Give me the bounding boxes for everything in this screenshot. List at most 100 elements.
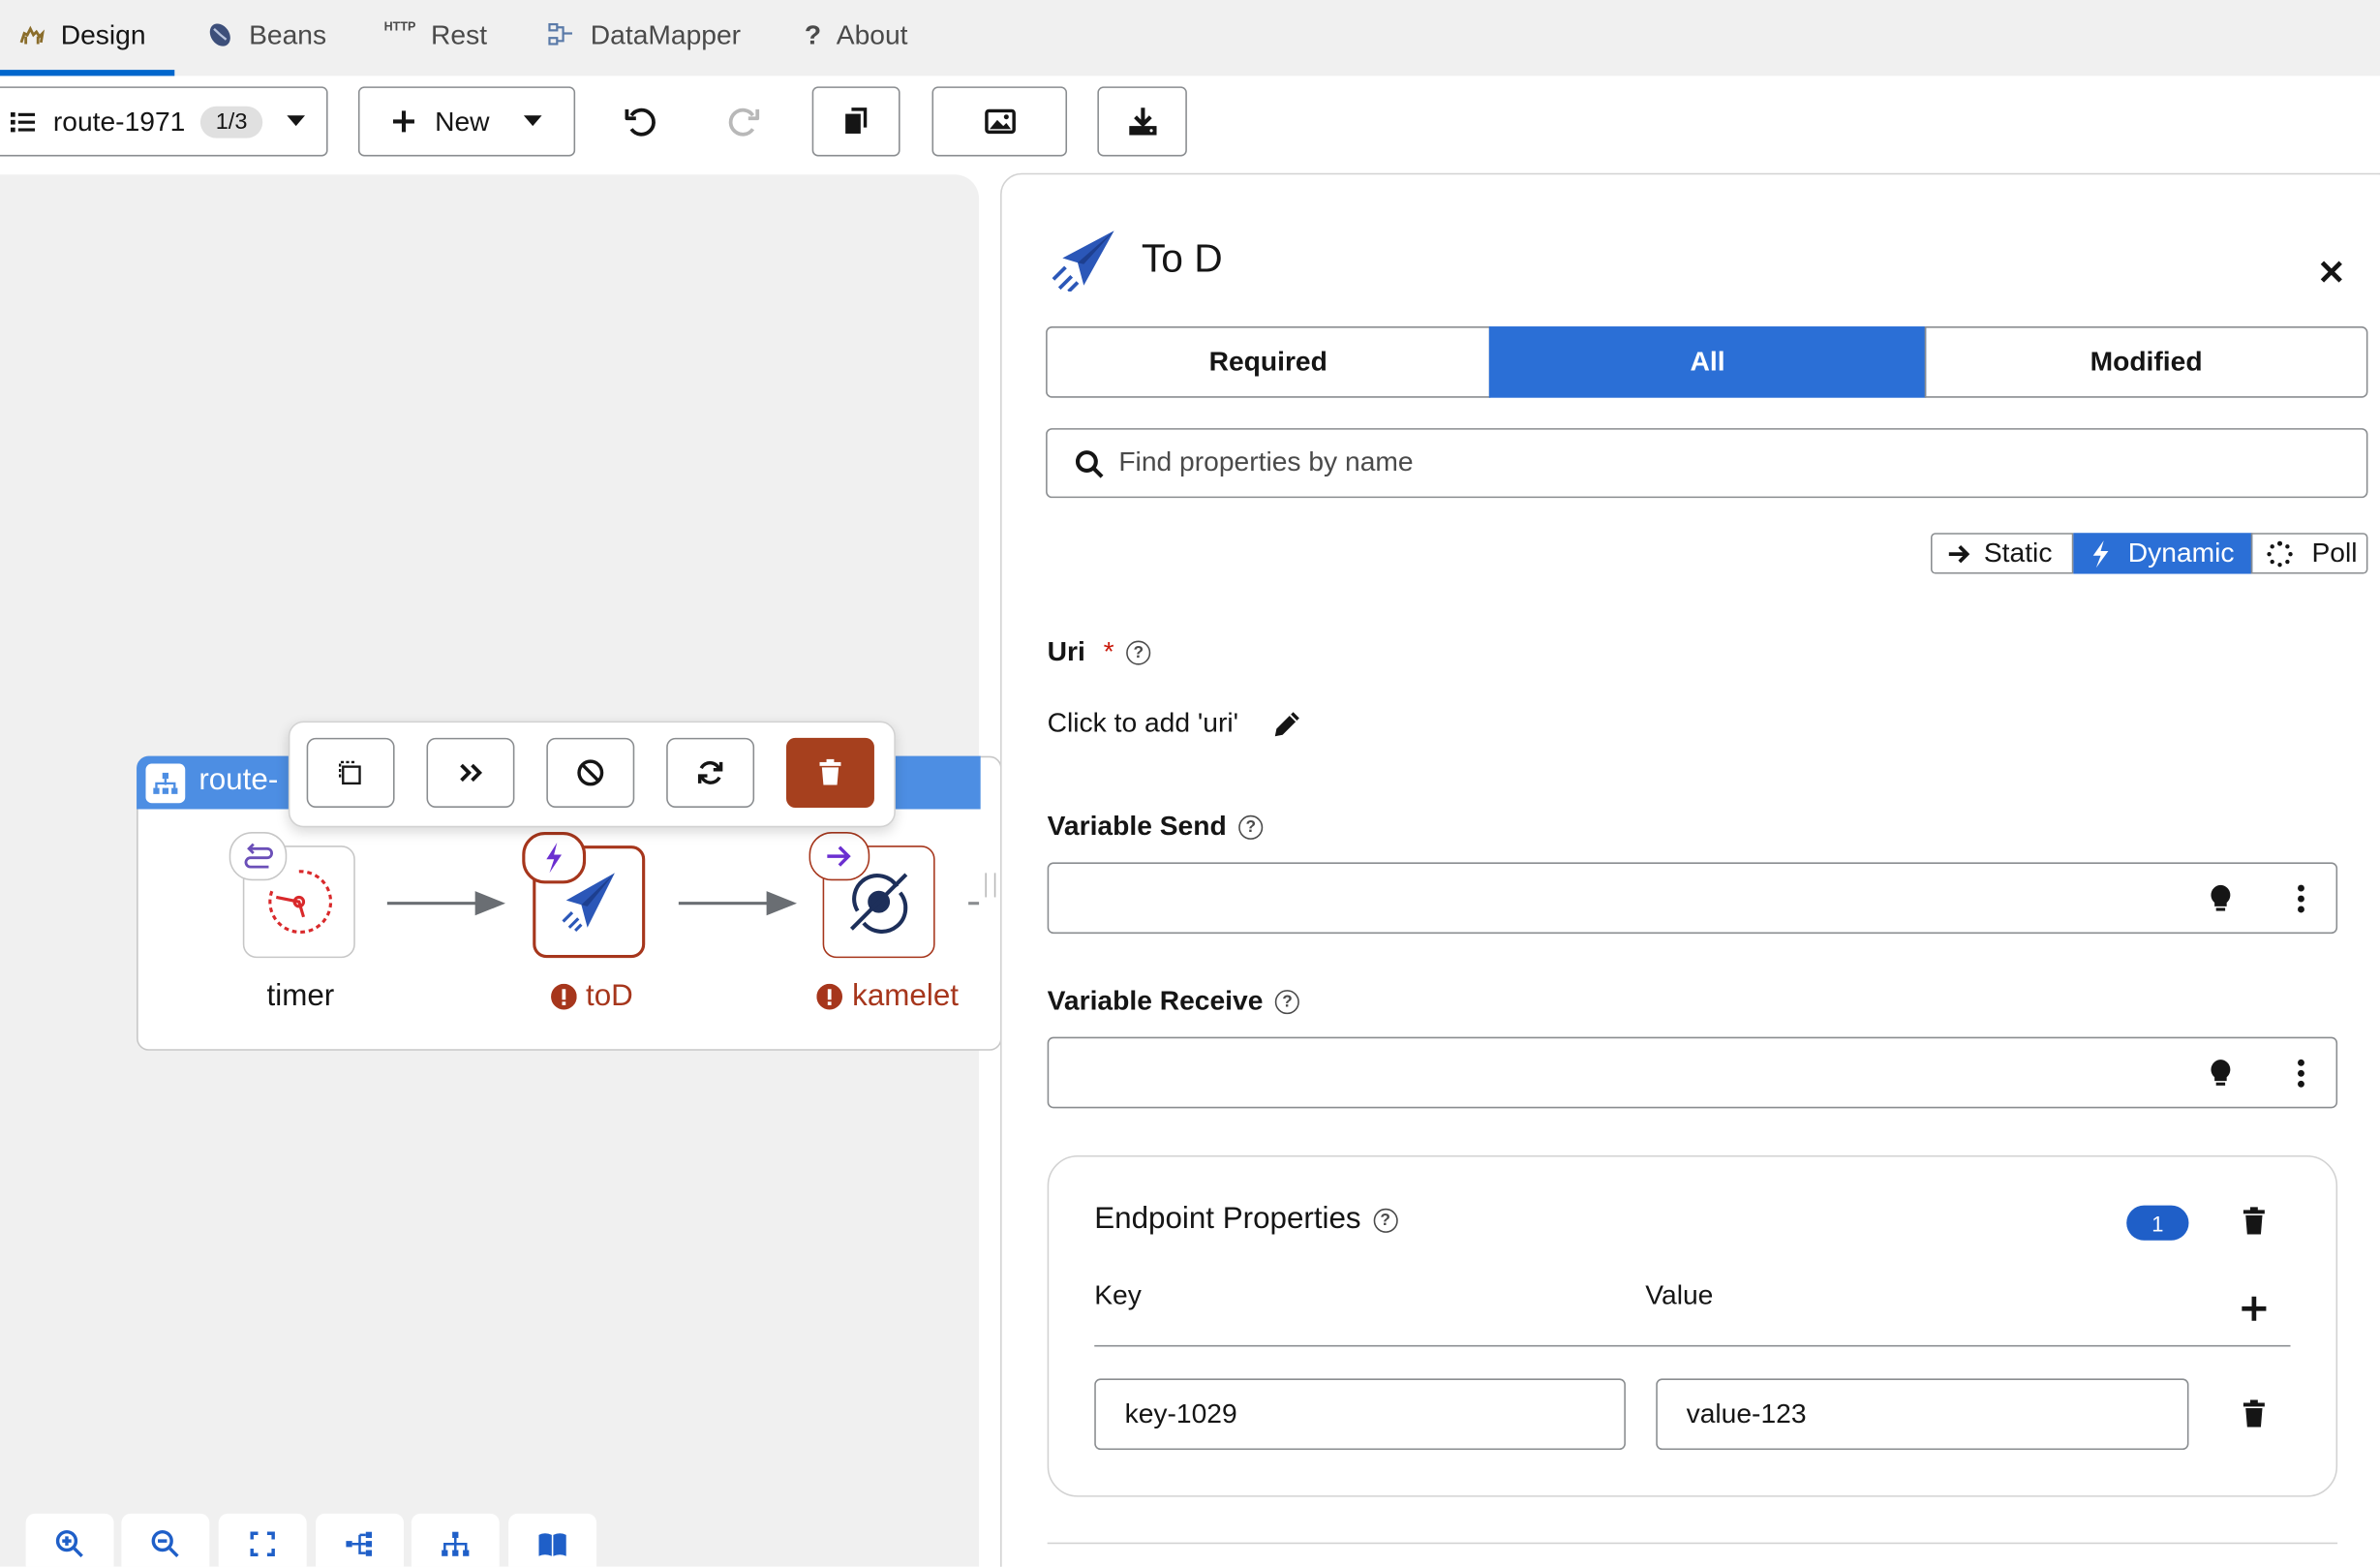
active-tab-indicator: [0, 70, 175, 77]
dynamic-bolt-icon: [522, 832, 587, 884]
panel-title: To D: [1141, 234, 1223, 282]
replace-step-button[interactable]: [666, 737, 755, 808]
route-title: route-: [198, 763, 279, 797]
filter-required-tab[interactable]: Required: [1046, 326, 1491, 398]
flow-arrow: [386, 888, 508, 918]
vertical-layout-icon: [441, 1530, 471, 1557]
error-icon: [817, 983, 843, 1010]
endpoint-properties-title: Endpoint Properties ?: [1094, 1203, 1398, 1238]
uri-field-label: Uri * ?: [1048, 636, 1151, 668]
filter-all-tab[interactable]: All: [1488, 326, 1927, 398]
value-column-header: Value: [1645, 1279, 1714, 1310]
route-count-badge: 1/3: [200, 105, 263, 138]
trash-icon: [818, 758, 842, 786]
variable-send-label: Variable Send ?: [1048, 811, 1264, 843]
route-name: route-1971: [52, 105, 186, 137]
mode-static-button[interactable]: Static: [1930, 533, 2074, 574]
endpoint-count-badge: 1: [2126, 1205, 2189, 1241]
lightbulb-icon[interactable]: [2209, 883, 2233, 913]
disable-step-button[interactable]: [546, 737, 635, 808]
caret-down-icon: [523, 115, 541, 128]
tab-about[interactable]: ? About: [805, 0, 908, 70]
send-icon: [1051, 228, 1117, 292]
tab-datamapper[interactable]: DataMapper: [548, 0, 741, 70]
copy-button[interactable]: [811, 86, 900, 157]
bolt-icon: [2091, 539, 2110, 568]
legend-button[interactable]: [508, 1513, 597, 1567]
tab-label: DataMapper: [590, 18, 742, 49]
loop-icon: [229, 832, 288, 881]
mode-dynamic-button[interactable]: Dynamic: [2073, 533, 2253, 574]
tab-rest[interactable]: HTTP Rest: [384, 0, 487, 70]
tab-design[interactable]: Design: [18, 0, 146, 70]
new-label: New: [435, 105, 490, 137]
sync-icon: [695, 757, 725, 787]
tab-label: Rest: [431, 18, 488, 49]
search-placeholder: Find properties by name: [1118, 446, 1414, 477]
kebab-menu-icon[interactable]: [2295, 1059, 2307, 1089]
variable-send-input[interactable]: [1047, 862, 2338, 935]
close-icon[interactable]: [2318, 258, 2345, 285]
spinner-icon: [2266, 539, 2293, 567]
datamapper-icon: [548, 21, 575, 48]
question-icon: ?: [804, 18, 822, 49]
error-icon: [550, 983, 577, 1010]
node-label-tod: toD: [516, 979, 668, 1014]
section-divider: [1047, 1542, 2338, 1545]
copy-icon: [840, 107, 870, 137]
copy-icon: [335, 757, 365, 787]
beans-icon: [206, 21, 233, 48]
mode-poll-button[interactable]: Poll: [2250, 533, 2368, 574]
download-button[interactable]: [1097, 86, 1187, 157]
tab-label: Design: [60, 18, 146, 49]
delete-step-button[interactable]: [786, 737, 874, 808]
help-icon[interactable]: ?: [1274, 989, 1300, 1014]
filter-modified-tab[interactable]: Modified: [1924, 326, 2368, 398]
undo-icon[interactable]: [623, 104, 659, 140]
zoom-out-button[interactable]: [121, 1513, 210, 1567]
trash-icon[interactable]: [2242, 1207, 2266, 1236]
uri-add-link[interactable]: Click to add 'uri': [1048, 708, 1238, 740]
list-icon: [8, 108, 38, 135]
book-icon: [537, 1530, 567, 1557]
download-icon: [1125, 105, 1158, 138]
redo-icon[interactable]: [725, 104, 762, 140]
route-icon: [145, 763, 186, 804]
vertical-layout-button[interactable]: [411, 1513, 500, 1567]
key-column-header: Key: [1094, 1279, 1142, 1310]
arrow-right-icon: [809, 832, 870, 881]
route-selector[interactable]: route-1971 1/3: [0, 86, 328, 157]
help-icon[interactable]: ?: [1126, 639, 1151, 664]
new-button[interactable]: New: [357, 86, 576, 157]
expand-icon: [249, 1530, 276, 1557]
lightbulb-icon[interactable]: [2209, 1059, 2233, 1089]
help-icon[interactable]: ?: [1373, 1208, 1398, 1233]
kebab-menu-icon[interactable]: [2295, 883, 2307, 913]
node-label-kamelet: kamelet: [789, 979, 987, 1014]
plus-icon: [392, 109, 416, 134]
header-divider: [1094, 1344, 2291, 1347]
top-nav: [0, 0, 2380, 77]
flow-arrow: [678, 888, 800, 918]
tab-label: Beans: [249, 18, 327, 49]
trash-icon[interactable]: [2242, 1399, 2266, 1429]
export-image-button[interactable]: [931, 86, 1068, 157]
pencil-icon[interactable]: [1272, 709, 1302, 739]
tab-label: About: [836, 18, 908, 49]
property-key-input[interactable]: key-1029: [1094, 1378, 1626, 1451]
variable-receive-input[interactable]: [1047, 1036, 2338, 1109]
double-chevron-icon: [457, 760, 484, 784]
help-icon[interactable]: ?: [1238, 814, 1264, 840]
add-property-icon[interactable]: [2241, 1295, 2268, 1322]
ban-icon: [575, 757, 605, 787]
insert-step-button[interactable]: [426, 737, 515, 808]
image-icon: [983, 108, 1016, 135]
horizontal-layout-button[interactable]: [316, 1513, 404, 1567]
zoom-in-button[interactable]: [25, 1513, 114, 1567]
copy-step-button[interactable]: [306, 737, 395, 808]
property-value-input[interactable]: value-123: [1656, 1378, 2189, 1451]
flow-arrow-continuation: [968, 902, 980, 906]
fit-view-button[interactable]: [218, 1513, 307, 1567]
tab-beans[interactable]: Beans: [206, 0, 326, 70]
resize-handle[interactable]: [985, 873, 996, 898]
